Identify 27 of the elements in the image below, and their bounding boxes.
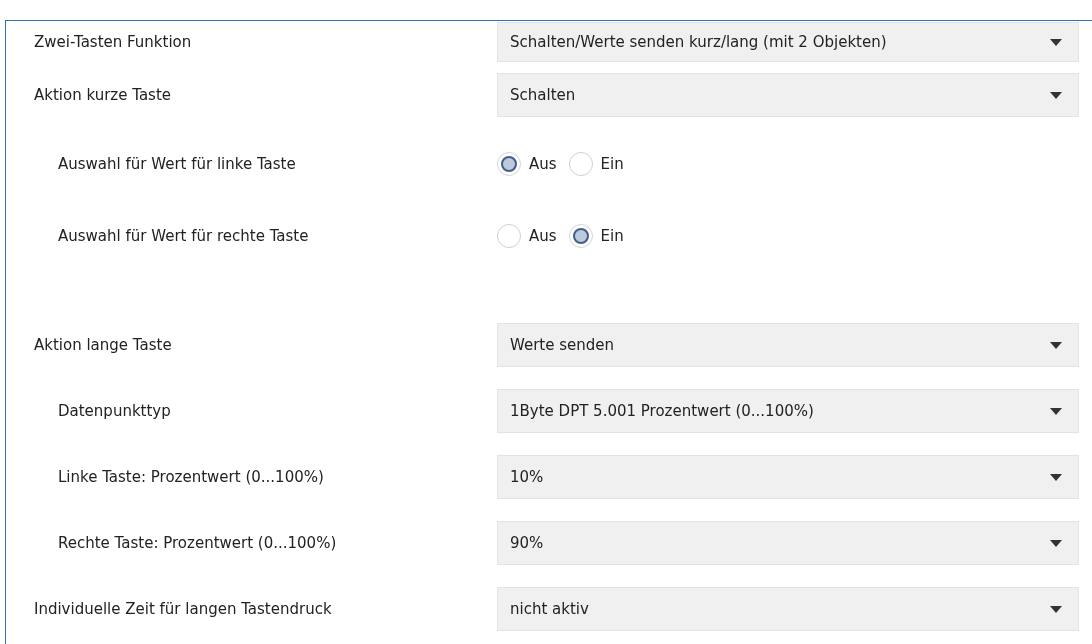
radio-option[interactable]: Aus xyxy=(497,224,557,248)
setting-label: Linke Taste: Prozentwert (0...100%) xyxy=(57,466,325,488)
setting-label: Aktion lange Taste xyxy=(33,334,173,356)
setting-label: Individuelle Zeit für langen Tastendruck xyxy=(33,598,333,620)
setting-label: Auswahl für Wert für rechte Taste xyxy=(57,225,310,247)
dropdown[interactable]: Schalten xyxy=(497,73,1079,117)
radio-option[interactable]: Ein xyxy=(568,152,624,176)
radio-option[interactable]: Ein xyxy=(568,224,624,248)
setting-label: Rechte Taste: Prozentwert (0...100%) xyxy=(57,532,338,554)
dropdown[interactable]: 10% xyxy=(497,455,1079,499)
dropdown[interactable]: 1Byte DPT 5.001 Prozentwert (0...100%) xyxy=(497,389,1079,433)
caret-icon xyxy=(1050,539,1062,547)
dropdown[interactable]: 90% xyxy=(497,521,1079,565)
setting-label: Zwei-Tasten Funktion xyxy=(33,31,193,53)
caret-icon xyxy=(1050,605,1062,613)
dropdown[interactable]: Schalten/Werte senden kurz/lang (mit 2 Objekten) xyxy=(497,22,1079,62)
caret-icon xyxy=(1050,407,1062,415)
caret-icon xyxy=(1050,38,1062,46)
caret-icon xyxy=(1050,341,1062,349)
setting-label: Aktion kurze Taste xyxy=(33,84,172,106)
caret-icon xyxy=(1050,91,1062,99)
radio-option[interactable]: Aus xyxy=(497,152,557,176)
setting-label: Auswahl für Wert für linke Taste xyxy=(57,153,297,175)
dropdown[interactable]: Werte senden xyxy=(497,323,1079,367)
setting-label: Datenpunkttyp xyxy=(57,400,172,422)
caret-icon xyxy=(1050,473,1062,481)
dropdown[interactable]: nicht aktiv xyxy=(497,587,1079,631)
